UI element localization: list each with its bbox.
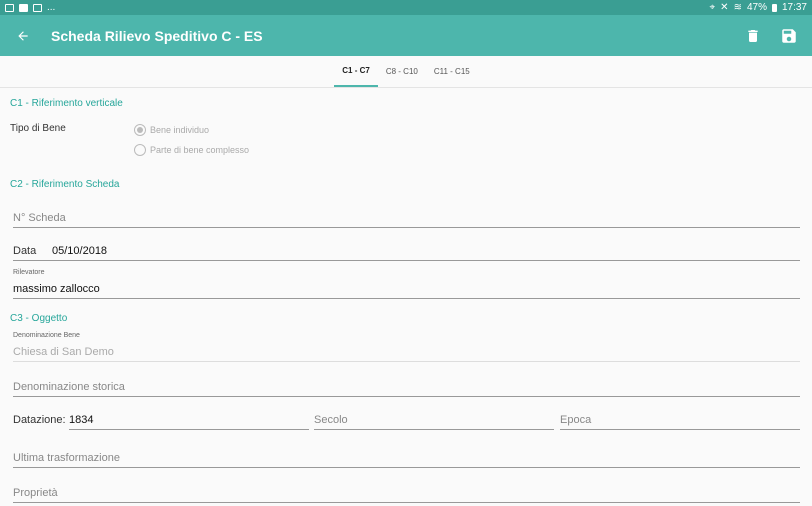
datazione-label: Datazione: <box>13 414 66 426</box>
mute-icon: ✕ <box>720 2 729 13</box>
radio-bene-individuo-label: Bene individuo <box>150 125 210 135</box>
datazione-input[interactable]: 1834 <box>69 412 309 430</box>
status-bar: ... ⌖ ✕ ≋ 47% 17:37 <box>0 0 812 15</box>
datazione-value: 1834 <box>69 414 94 426</box>
trash-icon <box>748 29 758 42</box>
radio-unselected-icon <box>134 144 146 156</box>
data-value: 05/10/2018 <box>52 245 108 257</box>
clock: 17:37 <box>781 2 807 13</box>
status-bar-right: ⌖ ✕ ≋ 47% 17:37 <box>710 2 807 13</box>
floppy-disk-icon <box>782 28 796 43</box>
cast-icon <box>33 3 42 12</box>
section-c2-title: C2 - Riferimento Scheda <box>10 179 120 190</box>
data-field[interactable]: Data 05/10/2018 <box>13 243 800 261</box>
tipo-bene-label: Tipo di Bene <box>10 123 66 134</box>
section-c3-title: C3 - Oggetto <box>10 313 68 324</box>
tab-bar: C1 - C7 C8 - C10 C11 - C15 <box>0 56 812 88</box>
rilevatore-input[interactable]: massimo zallocco <box>13 281 800 299</box>
tab-c8-c10[interactable]: C8 - C10 <box>378 56 426 87</box>
gallery-icon <box>5 3 14 12</box>
rilevatore-label: Rilevatore <box>13 269 45 276</box>
status-bar-left: ... <box>5 2 55 13</box>
denominazione-bene-label: Denominazione Bene <box>13 332 80 339</box>
epoca-input[interactable]: Epoca <box>560 412 800 430</box>
delete-button[interactable] <box>735 15 771 56</box>
tab-c11-c15[interactable]: C11 - C15 <box>426 56 478 87</box>
epoca-placeholder: Epoca <box>560 414 592 426</box>
denominazione-storica-placeholder: Denominazione storica <box>13 381 125 393</box>
radio-parte-bene-complesso[interactable]: Parte di bene complesso <box>134 144 249 156</box>
battery-icon <box>771 3 777 12</box>
tab-c1-c7[interactable]: C1 - C7 <box>334 56 378 87</box>
battery-percent: 47% <box>746 2 767 13</box>
proprieta-input[interactable]: Proprietà <box>13 485 800 503</box>
radio-selected-icon <box>134 124 146 136</box>
back-button[interactable] <box>0 15 46 56</box>
rilevatore-value: massimo zallocco <box>13 283 100 295</box>
n-scheda-placeholder: N° Scheda <box>13 212 66 224</box>
page-title: Scheda Rilievo Speditivo C - ES <box>51 27 263 44</box>
denominazione-bene-input: Chiesa di San Demo <box>13 344 800 362</box>
radio-parte-bene-label: Parte di bene complesso <box>150 145 250 155</box>
ultima-trasformazione-placeholder: Ultima trasformazione <box>13 452 120 464</box>
radio-bene-individuo[interactable]: Bene individuo <box>134 124 209 136</box>
secolo-input[interactable]: Secolo <box>314 412 554 430</box>
secolo-placeholder: Secolo <box>314 414 348 426</box>
wifi-icon: ≋ <box>733 2 742 13</box>
denominazione-bene-value: Chiesa di San Demo <box>13 346 114 358</box>
arrow-back-icon <box>18 30 28 41</box>
section-c1-title: C1 - Riferimento verticale <box>10 98 123 109</box>
status-more-text: ... <box>47 2 56 13</box>
location-icon: ⌖ <box>709 2 716 13</box>
app-bar: Scheda Rilievo Speditivo C - ES <box>0 15 812 56</box>
data-label: Data <box>13 245 37 257</box>
proprieta-placeholder: Proprietà <box>13 487 58 499</box>
save-button[interactable] <box>771 15 807 56</box>
denominazione-storica-input[interactable]: Denominazione storica <box>13 379 800 397</box>
ultima-trasformazione-input[interactable]: Ultima trasformazione <box>13 450 800 468</box>
flipboard-icon <box>19 3 28 12</box>
n-scheda-input[interactable]: N° Scheda <box>13 210 800 228</box>
